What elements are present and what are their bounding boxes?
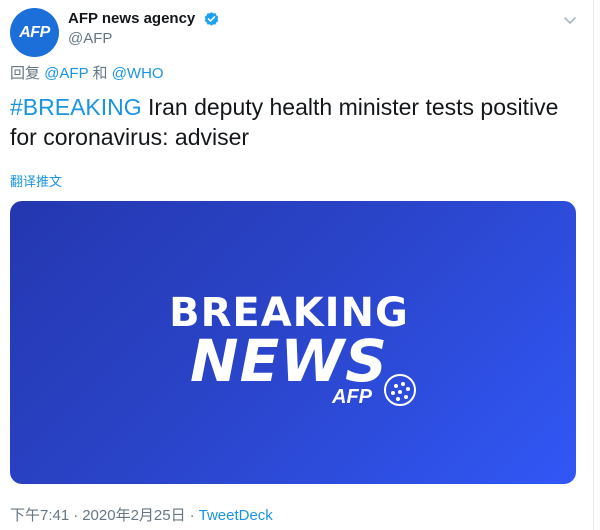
author-block: AFP news agency @AFP: [68, 9, 220, 49]
handle[interactable]: @AFP: [68, 29, 220, 49]
translate-tweet-link[interactable]: 翻译推文: [10, 174, 62, 190]
media-image[interactable]: BREAKING NEWS AFP: [10, 201, 576, 484]
panel-border: [593, 0, 594, 530]
globe-icon: [384, 374, 416, 406]
avatar[interactable]: AFP: [10, 8, 59, 57]
footer-separator-2: ·: [189, 507, 195, 524]
reply-mention-who[interactable]: @WHO: [112, 65, 164, 82]
reply-mention-afp[interactable]: @AFP: [44, 65, 88, 82]
tweet-header: AFP AFP news agency @AFP: [10, 8, 582, 58]
reply-conjunction: 和: [92, 65, 108, 82]
media-line-news: NEWS: [190, 327, 388, 395]
reply-context: 回复 @AFP 和 @WHO: [10, 64, 164, 84]
media-afp-logo-text: AFP: [331, 386, 373, 408]
avatar-logo-text: AFP: [19, 23, 50, 41]
breaking-news-graphic: BREAKING NEWS AFP: [169, 290, 416, 408]
tweet-time[interactable]: 下午7:41: [10, 507, 69, 524]
tweet-footer: 下午7:41 · 2020年2月25日 · TweetDeck: [10, 506, 273, 526]
footer-separator: ·: [73, 507, 79, 524]
display-name[interactable]: AFP news agency: [68, 9, 195, 29]
chevron-down-icon[interactable]: [562, 12, 578, 28]
tweet-source-link[interactable]: TweetDeck: [199, 507, 273, 524]
tweet-date[interactable]: 2020年2月25日: [82, 507, 185, 524]
tweet-text: #BREAKING Iran deputy health minister te…: [10, 92, 570, 152]
reply-prefix: 回复: [10, 65, 41, 82]
hashtag-link[interactable]: #BREAKING: [10, 94, 142, 120]
verified-badge-icon: [204, 11, 218, 26]
